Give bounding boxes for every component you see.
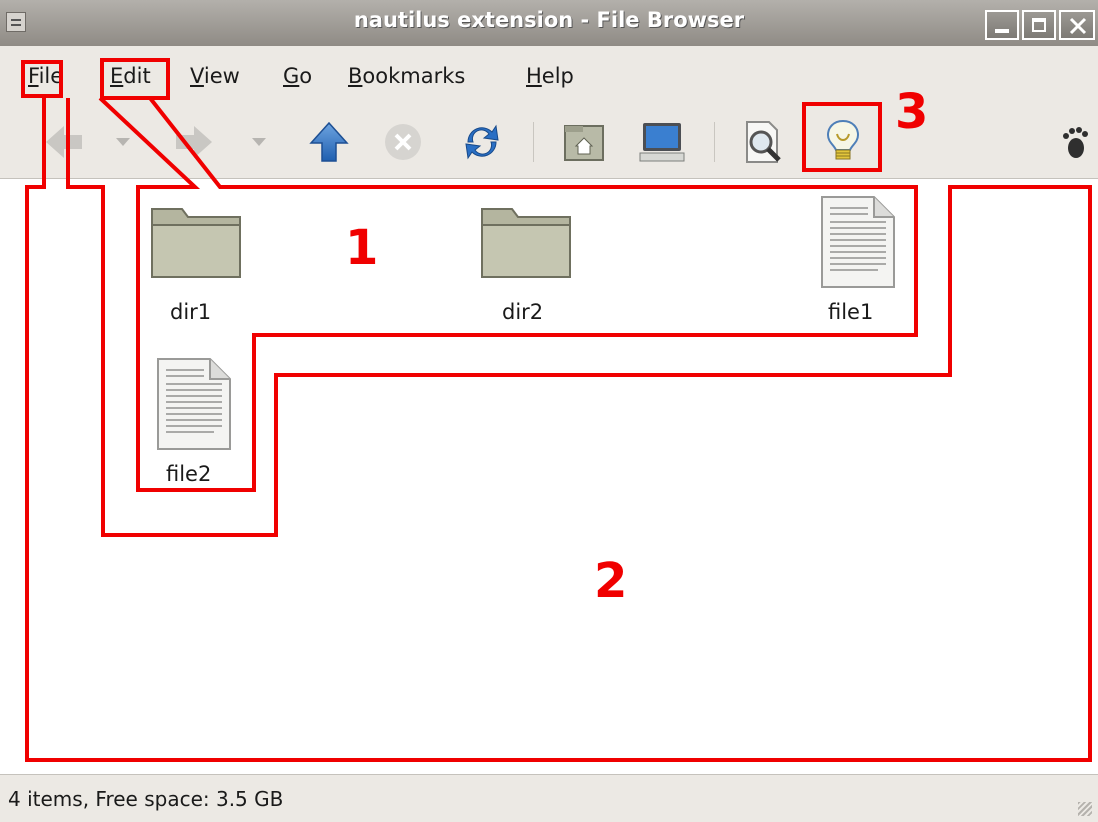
annotation-region-1 <box>98 96 918 492</box>
annotation-region-2 <box>25 98 1092 762</box>
annotation-label-3: 3 <box>895 84 929 140</box>
annotation-label-1: 1 <box>345 220 379 276</box>
annotation-overlay <box>25 96 1092 762</box>
annotation-label-2: 2 <box>594 553 628 609</box>
